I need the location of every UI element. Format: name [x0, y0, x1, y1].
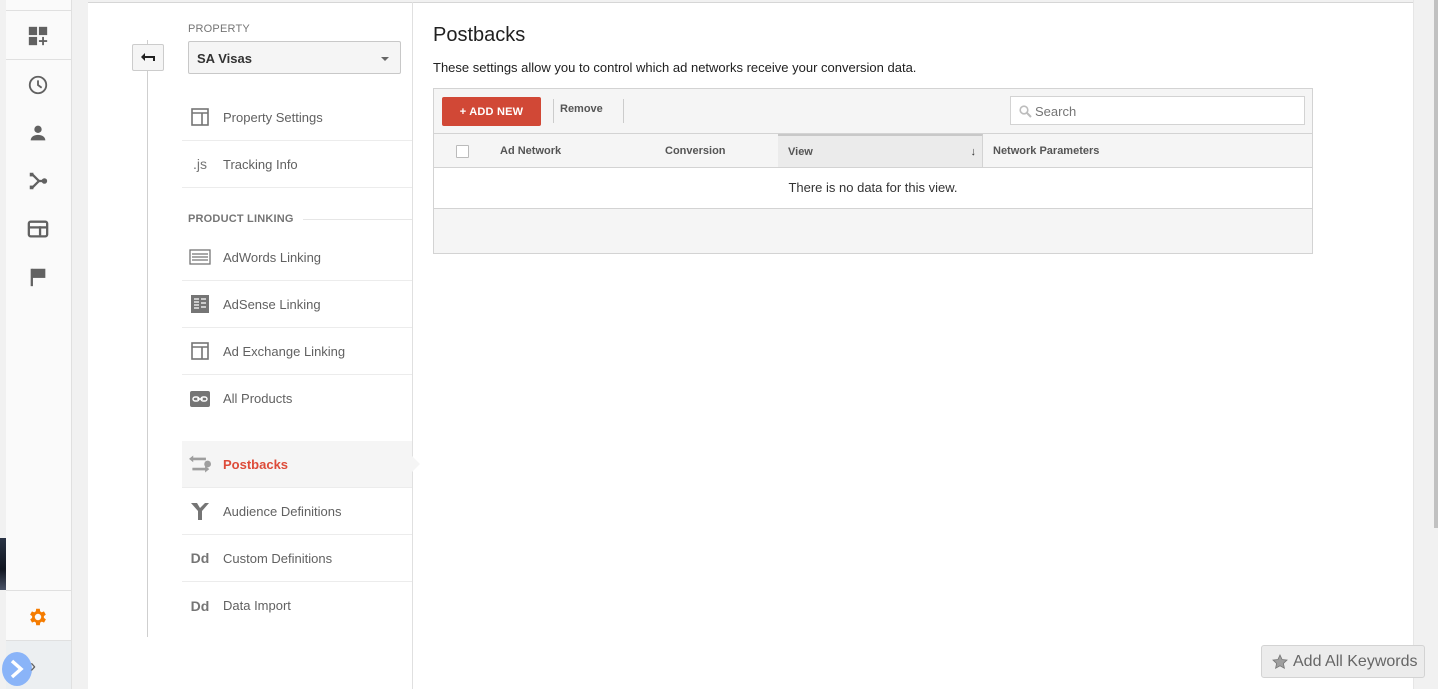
column-header-view[interactable]: View ↓ [778, 134, 983, 167]
column-header-network-parameters[interactable]: Network Parameters [993, 134, 1099, 167]
dd-icon: Dd [190, 550, 210, 566]
rail-edge [0, 0, 6, 689]
nav-item-label: AdWords Linking [223, 249, 322, 265]
nav-item-tracking-info[interactable]: .js Tracking Info [182, 141, 412, 188]
scrollbar-thumb[interactable] [1434, 0, 1438, 528]
section-heading-product-linking: PRODUCT LINKING [188, 213, 294, 225]
clock-icon[interactable] [24, 71, 52, 99]
search-icon [1019, 105, 1032, 118]
column-header-ad-network[interactable]: Ad Network [500, 134, 561, 167]
customize-dashboard-icon[interactable] [24, 22, 52, 50]
nav-timeline [147, 40, 148, 637]
nav-item-property-settings[interactable]: Property Settings [182, 94, 412, 141]
nav-item-label: All Products [223, 391, 293, 406]
nav-item-audience-definitions[interactable]: Audience Definitions [182, 488, 412, 535]
column-header-conversion[interactable]: Conversion [665, 134, 726, 167]
link-icon [189, 388, 211, 410]
nav-item-adsense-linking[interactable]: AdSense Linking [182, 281, 412, 328]
table-toolbar: + ADD NEW Remove [434, 89, 1312, 134]
star-icon [1272, 653, 1288, 669]
search-input[interactable] [1035, 101, 1295, 121]
dd-icon: Dd [190, 597, 210, 614]
postbacks-icon [189, 453, 211, 475]
layout-icon [189, 106, 211, 128]
assistant-avatar[interactable] [2, 652, 32, 686]
chevron-down-icon [381, 57, 389, 61]
left-rail: › [0, 0, 72, 689]
nav-item-data-import[interactable]: Dd Data Import [182, 582, 412, 629]
rail-divider [6, 59, 71, 60]
property-select[interactable]: SA Visas [188, 41, 401, 74]
audience-icon [189, 500, 211, 522]
table-body: There is no data for this view. [434, 168, 1312, 209]
nav-item-custom-definitions[interactable]: Dd Custom Definitions [182, 535, 412, 582]
nav-item-label: Tracking Info [223, 156, 298, 172]
person-icon[interactable] [24, 119, 52, 147]
add-all-keywords-button[interactable]: Add All Keywords [1261, 645, 1425, 678]
acquisition-icon[interactable] [24, 167, 52, 195]
section-rule [303, 219, 412, 220]
postbacks-table: + ADD NEW Remove Ad Network Conversion V… [433, 88, 1313, 254]
nav-item-label: Postbacks [223, 456, 289, 472]
back-arrow-icon [141, 52, 155, 61]
nav-item-label: AdSense Linking [223, 296, 321, 312]
toolbar-divider [553, 99, 554, 123]
add-all-keywords-label: Add All Keywords [1293, 652, 1418, 670]
chevron-right-icon[interactable]: › [30, 656, 46, 676]
table-header: Ad Network Conversion View ↓ Network Par… [434, 134, 1312, 168]
nav-item-label: Custom Definitions [223, 550, 333, 566]
nav-item-label: Property Settings [223, 109, 323, 125]
nav-item-all-products[interactable]: All Products [182, 375, 412, 422]
page-description: These settings allow you to control whic… [433, 60, 917, 75]
background-photo-sliver [0, 538, 6, 590]
page-scrollbar[interactable] [1413, 0, 1438, 689]
rail-divider [6, 10, 71, 11]
rail-divider [6, 590, 71, 591]
js-icon: .js [193, 156, 207, 172]
search-field[interactable] [1010, 96, 1305, 125]
sort-descending-icon: ↓ [970, 145, 977, 158]
toolbar-divider [623, 99, 624, 123]
add-new-button[interactable]: + ADD NEW [442, 97, 541, 126]
column-header-label: View [788, 145, 813, 158]
property-label: PROPERTY [188, 23, 250, 35]
behavior-icon[interactable] [24, 215, 52, 243]
app-root: › PROPERTY SA Visas Property Settings .j… [0, 0, 1438, 689]
adsense-icon [189, 293, 211, 315]
back-button[interactable] [132, 44, 164, 71]
select-all-checkbox[interactable] [456, 145, 469, 158]
nav-item-label: Data Import [223, 598, 291, 613]
empty-state-message: There is no data for this view. [788, 180, 958, 195]
nav-item-label: Ad Exchange Linking [223, 343, 346, 359]
property-select-value: SA Visas [197, 51, 252, 66]
gear-icon[interactable] [24, 603, 52, 631]
nav-item-label: Audience Definitions [223, 503, 342, 519]
nav-separator [412, 2, 413, 689]
nav-item-postbacks[interactable]: Postbacks [182, 441, 412, 488]
active-pointer [412, 456, 420, 472]
nav-item-adwords-linking[interactable]: AdWords Linking [182, 234, 412, 281]
page-title: Postbacks [433, 24, 526, 46]
adwords-icon [189, 246, 211, 268]
gutter [72, 0, 88, 689]
remove-button[interactable]: Remove [560, 103, 603, 115]
nav-item-ad-exchange-linking[interactable]: Ad Exchange Linking [182, 328, 412, 375]
flag-icon[interactable] [24, 263, 52, 291]
ad-exchange-icon [189, 340, 211, 362]
